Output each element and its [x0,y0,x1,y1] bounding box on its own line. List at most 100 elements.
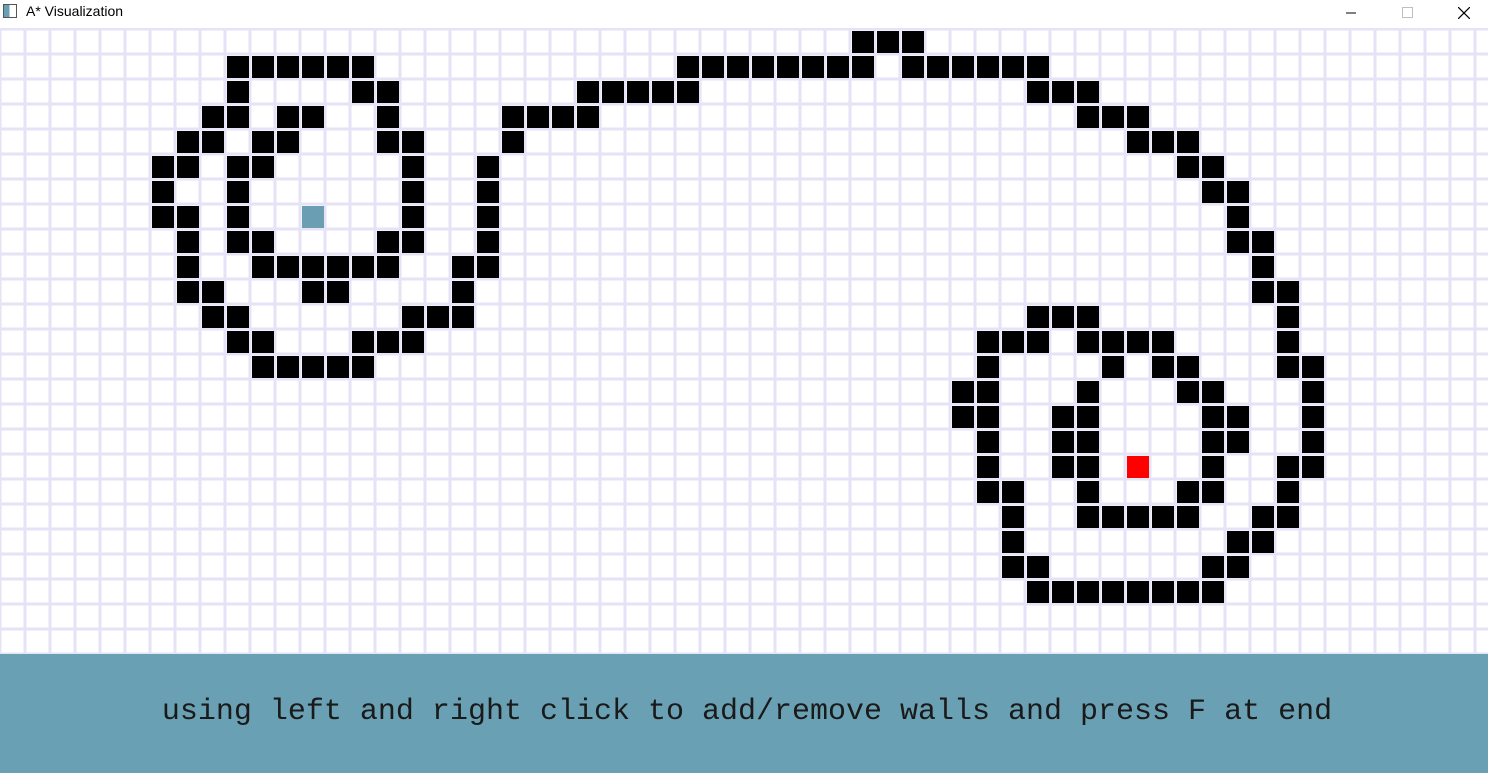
wall-cell[interactable] [1202,581,1224,603]
wall-cell[interactable] [1177,356,1199,378]
wall-cell[interactable] [352,331,374,353]
wall-cell[interactable] [252,131,274,153]
wall-cell[interactable] [1127,331,1149,353]
wall-cell[interactable] [327,56,349,78]
wall-cell[interactable] [1227,431,1249,453]
wall-cell[interactable] [1277,506,1299,528]
wall-cell[interactable] [977,456,999,478]
wall-cell[interactable] [1177,156,1199,178]
wall-cell[interactable] [1252,256,1274,278]
wall-cell[interactable] [1102,106,1124,128]
wall-cell[interactable] [1027,56,1049,78]
wall-cell[interactable] [252,156,274,178]
wall-cell[interactable] [227,331,249,353]
wall-cell[interactable] [202,131,224,153]
wall-cell[interactable] [1102,506,1124,528]
wall-cell[interactable] [627,81,649,103]
wall-cell[interactable] [527,106,549,128]
wall-cell[interactable] [1077,581,1099,603]
wall-cell[interactable] [677,56,699,78]
wall-cell[interactable] [1127,506,1149,528]
wall-cell[interactable] [277,256,299,278]
wall-cell[interactable] [452,281,474,303]
wall-cell[interactable] [1002,331,1024,353]
wall-cell[interactable] [1002,56,1024,78]
wall-cell[interactable] [277,356,299,378]
wall-cell[interactable] [1152,581,1174,603]
wall-cell[interactable] [302,356,324,378]
wall-cell[interactable] [227,231,249,253]
wall-cell[interactable] [677,81,699,103]
wall-cell[interactable] [877,31,899,53]
wall-cell[interactable] [1077,481,1099,503]
wall-cell[interactable] [1077,406,1099,428]
wall-cell[interactable] [1202,556,1224,578]
wall-cell[interactable] [1202,481,1224,503]
wall-cell[interactable] [352,81,374,103]
wall-cell[interactable] [652,81,674,103]
wall-cell[interactable] [327,356,349,378]
wall-cell[interactable] [1302,431,1324,453]
wall-cell[interactable] [1202,156,1224,178]
wall-cell[interactable] [1002,531,1024,553]
wall-cell[interactable] [1302,406,1324,428]
wall-cell[interactable] [1302,456,1324,478]
wall-cell[interactable] [552,106,574,128]
wall-cell[interactable] [177,231,199,253]
wall-cell[interactable] [1152,506,1174,528]
wall-cell[interactable] [827,56,849,78]
wall-cell[interactable] [1202,381,1224,403]
wall-cell[interactable] [1202,431,1224,453]
wall-cell[interactable] [752,56,774,78]
wall-cell[interactable] [327,256,349,278]
start-node[interactable] [302,206,324,228]
wall-cell[interactable] [1077,81,1099,103]
title-bar[interactable]: A* Visualization [0,0,1488,25]
end-node[interactable] [1127,456,1149,478]
wall-cell[interactable] [852,31,874,53]
wall-cell[interactable] [302,106,324,128]
wall-cell[interactable] [227,181,249,203]
wall-cell[interactable] [452,256,474,278]
wall-cell[interactable] [952,56,974,78]
wall-cell[interactable] [402,331,424,353]
wall-cell[interactable] [1152,331,1174,353]
wall-cell[interactable] [152,181,174,203]
wall-cell[interactable] [227,81,249,103]
wall-cell[interactable] [1277,331,1299,353]
wall-cell[interactable] [927,56,949,78]
wall-cell[interactable] [227,106,249,128]
wall-cell[interactable] [402,131,424,153]
wall-cell[interactable] [1002,556,1024,578]
wall-cell[interactable] [377,331,399,353]
wall-cell[interactable] [902,31,924,53]
wall-cell[interactable] [402,231,424,253]
wall-cell[interactable] [577,106,599,128]
wall-cell[interactable] [1177,481,1199,503]
wall-cell[interactable] [502,131,524,153]
wall-cell[interactable] [1077,431,1099,453]
wall-cell[interactable] [977,56,999,78]
wall-cell[interactable] [1227,531,1249,553]
wall-cell[interactable] [1277,456,1299,478]
wall-cell[interactable] [1002,481,1024,503]
wall-cell[interactable] [177,256,199,278]
wall-cell[interactable] [1027,581,1049,603]
wall-cell[interactable] [1252,281,1274,303]
wall-cell[interactable] [577,81,599,103]
wall-cell[interactable] [1227,406,1249,428]
wall-cell[interactable] [727,56,749,78]
maximize-button[interactable] [1384,0,1430,25]
wall-cell[interactable] [1227,206,1249,228]
wall-cell[interactable] [702,56,724,78]
wall-cell[interactable] [377,106,399,128]
wall-cell[interactable] [1077,331,1099,353]
wall-cell[interactable] [377,81,399,103]
wall-cell[interactable] [1052,306,1074,328]
wall-cell[interactable] [1177,381,1199,403]
wall-cell[interactable] [152,156,174,178]
wall-cell[interactable] [227,56,249,78]
wall-cell[interactable] [1077,106,1099,128]
wall-cell[interactable] [1077,506,1099,528]
wall-cell[interactable] [1177,131,1199,153]
